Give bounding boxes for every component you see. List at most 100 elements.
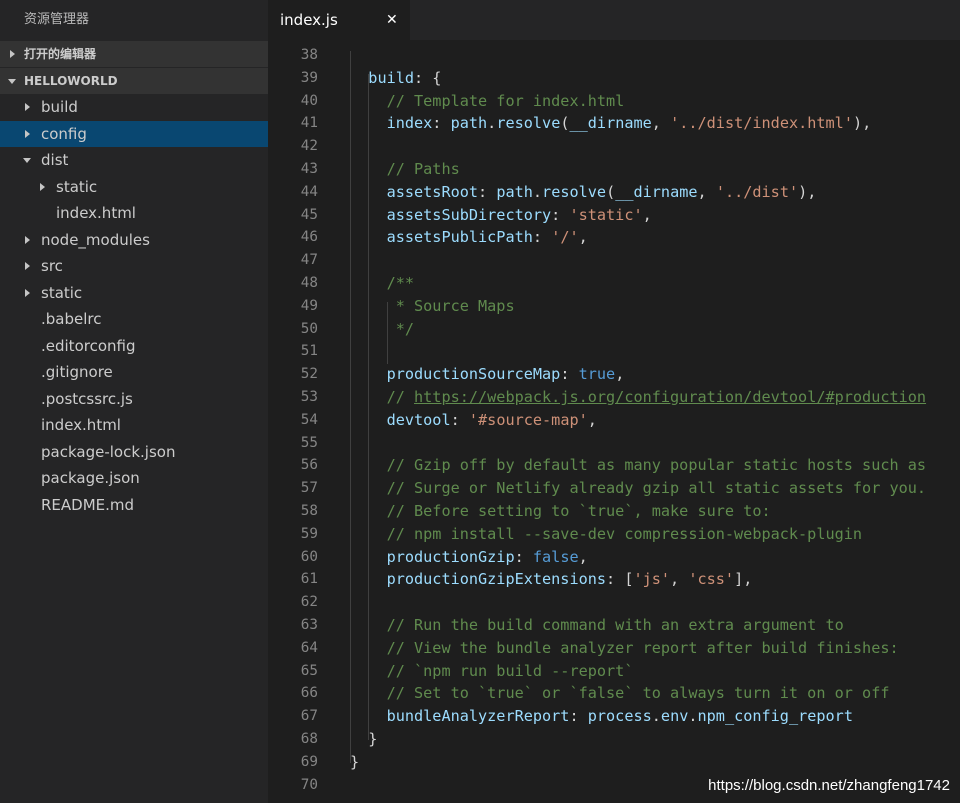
line-number: 53 bbox=[300, 389, 318, 405]
close-icon[interactable]: ✕ bbox=[386, 0, 398, 40]
code-token: npm_config_report bbox=[697, 707, 853, 726]
tree-item-label: .babelrc bbox=[41, 310, 102, 328]
code-token: ( bbox=[606, 182, 616, 201]
chevron-right-icon bbox=[25, 288, 30, 297]
code-token: // Run the build command with an extra a… bbox=[386, 616, 844, 634]
code-text: * Source Maps bbox=[350, 295, 515, 318]
project-label: HELLOWORLD bbox=[24, 74, 118, 88]
chevron-right-icon bbox=[25, 103, 30, 111]
code-token: '../dist/index.html' bbox=[670, 114, 853, 133]
tree-item[interactable]: package-lock.json bbox=[0, 439, 268, 466]
tree-item[interactable]: index.html bbox=[0, 412, 268, 439]
tree-item[interactable]: index.html bbox=[0, 200, 268, 227]
code-token: . bbox=[532, 182, 543, 201]
code-line: 69} bbox=[268, 751, 960, 774]
line-number: 68 bbox=[300, 731, 318, 747]
code-line: 46 assetsPublicPath: '/', bbox=[268, 226, 960, 249]
code-token: : bbox=[560, 365, 579, 384]
code-token: env bbox=[660, 707, 689, 726]
code-token: : bbox=[432, 114, 451, 133]
code-text: // npm install --save-dev compression-we… bbox=[350, 523, 862, 546]
tree-item[interactable]: static bbox=[0, 280, 268, 307]
code-token: path bbox=[450, 114, 488, 133]
open-editors-section[interactable]: 打开的编辑器 bbox=[0, 41, 268, 67]
line-number: 43 bbox=[300, 161, 318, 177]
tree-item[interactable]: package.json bbox=[0, 465, 268, 492]
code-text: productionGzipExtensions: ['js', 'css'], bbox=[350, 568, 753, 591]
chevron-right-icon bbox=[40, 182, 45, 191]
code-line: 66 // Set to `true` or `false` to always… bbox=[268, 682, 960, 705]
line-number: 44 bbox=[300, 183, 318, 200]
code-text: /** bbox=[350, 272, 414, 295]
tab-index-js[interactable]: index.js ✕ bbox=[268, 0, 410, 40]
code-text: assetsRoot: path.resolve(__dirname, '../… bbox=[350, 181, 817, 204]
code-token: build bbox=[368, 68, 415, 87]
code-token: productionGzipExtensions bbox=[386, 570, 607, 589]
chevron-down-icon bbox=[23, 158, 31, 163]
tree-item[interactable]: src bbox=[0, 253, 268, 280]
code-token: } bbox=[368, 730, 378, 748]
code-text: } bbox=[350, 728, 377, 751]
code-token: : bbox=[514, 547, 533, 566]
line-number: 63 bbox=[300, 617, 318, 633]
code-token: // `npm run build --report` bbox=[386, 661, 634, 680]
code-token: // Gzip off by default as many popular s… bbox=[386, 456, 927, 475]
code-link[interactable]: https://webpack.js.org/configuration/dev… bbox=[414, 388, 926, 406]
code-token: 'js' bbox=[633, 570, 671, 589]
tree-item[interactable]: README.md bbox=[0, 492, 268, 519]
code-text: */ bbox=[350, 318, 414, 341]
code-token: resolve bbox=[542, 182, 607, 201]
code-token: ], bbox=[734, 570, 753, 589]
code-line: 50 */ bbox=[268, 318, 960, 341]
code-line: 47 bbox=[268, 249, 960, 272]
explorer-sidebar: 资源管理器 打开的编辑器 HELLOWORLD build config dist s… bbox=[0, 0, 268, 803]
tree-item[interactable]: build bbox=[0, 94, 268, 121]
line-number: 39 bbox=[300, 69, 318, 86]
line-number: 40 bbox=[300, 92, 318, 109]
chevron-right-icon bbox=[10, 50, 15, 58]
line-number: 56 bbox=[300, 457, 318, 474]
code-token: 'css' bbox=[688, 570, 735, 589]
line-number: 58 bbox=[300, 503, 318, 519]
code-token: ), bbox=[852, 114, 872, 133]
tree-item[interactable]: node_modules bbox=[0, 227, 268, 254]
tree-item[interactable]: .babelrc bbox=[0, 306, 268, 333]
tree-item[interactable]: .editorconfig bbox=[0, 333, 268, 360]
code-token: : { bbox=[414, 68, 442, 87]
chevron-down-icon bbox=[8, 79, 16, 84]
code-line: 68 } bbox=[268, 728, 960, 751]
code-text: // Before setting to `true`, make sure t… bbox=[350, 500, 771, 523]
line-number: 61 bbox=[300, 571, 318, 588]
tree-item-label: node_modules bbox=[41, 230, 150, 249]
code-token: false bbox=[532, 547, 579, 566]
project-section[interactable]: HELLOWORLD bbox=[0, 67, 268, 94]
tree-item[interactable]: .gitignore bbox=[0, 359, 268, 386]
code-editor[interactable]: 38 39 build: {40 // Template for index.ht… bbox=[268, 40, 960, 803]
tree-item[interactable]: dist bbox=[0, 147, 268, 174]
line-number: 51 bbox=[300, 343, 318, 360]
code-token: '#source-map' bbox=[468, 410, 588, 429]
code-line: 65 // `npm run build --report` bbox=[268, 660, 960, 683]
code-token: // bbox=[386, 388, 415, 406]
code-token: . bbox=[688, 707, 698, 726]
line-number: 49 bbox=[300, 297, 318, 314]
tree-item[interactable]: .postcssrc.js bbox=[0, 386, 268, 413]
tree-item[interactable]: static bbox=[0, 174, 268, 201]
code-token: '../dist' bbox=[715, 182, 799, 201]
code-line: 55 bbox=[268, 432, 960, 455]
watermark-text: https://blog.csdn.net/zhangfeng1742 bbox=[708, 777, 950, 794]
tree-item-label: .gitignore bbox=[41, 363, 113, 381]
tree-item[interactable]: config bbox=[0, 120, 268, 147]
code-token: , bbox=[615, 365, 625, 384]
